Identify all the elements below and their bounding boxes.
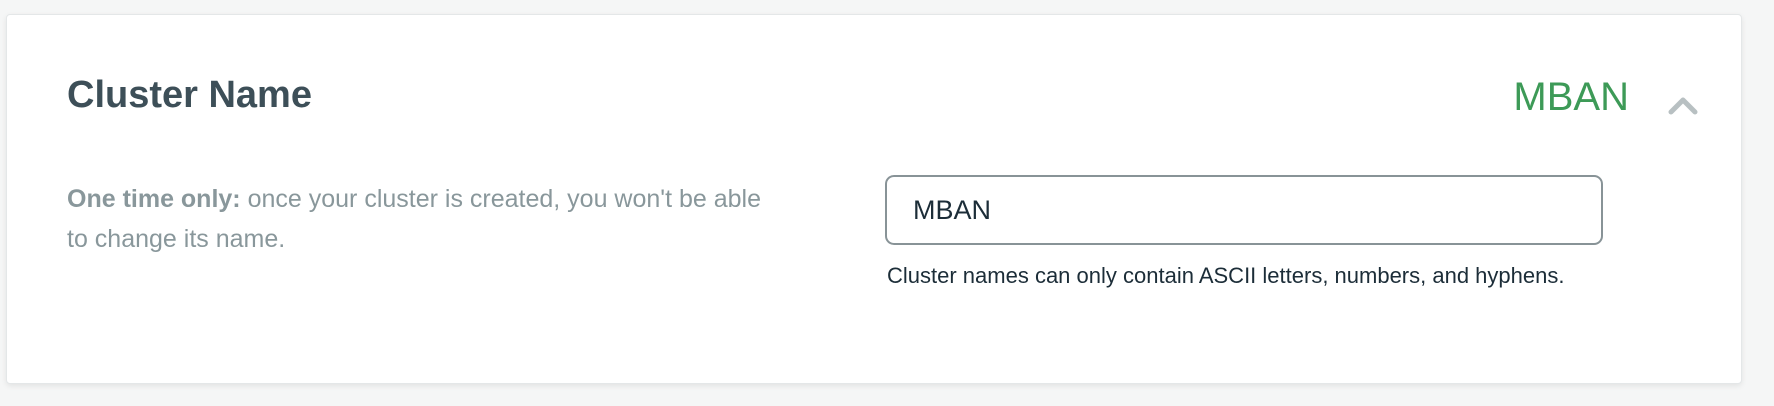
cluster-name-section: Cluster Name MBAN One time only: once yo… bbox=[6, 14, 1742, 384]
cluster-name-input[interactable] bbox=[885, 175, 1603, 245]
collapse-button[interactable] bbox=[1663, 85, 1703, 125]
section-title: Cluster Name bbox=[67, 74, 312, 116]
cluster-name-helper-text: Cluster names can only contain ASCII let… bbox=[887, 263, 1565, 288]
cluster-name-summary: MBAN bbox=[1513, 75, 1629, 119]
chevron-up-icon bbox=[1668, 97, 1698, 115]
one-time-label: One time only: bbox=[67, 185, 241, 213]
one-time-notice: One time only: once your cluster is crea… bbox=[67, 179, 787, 259]
